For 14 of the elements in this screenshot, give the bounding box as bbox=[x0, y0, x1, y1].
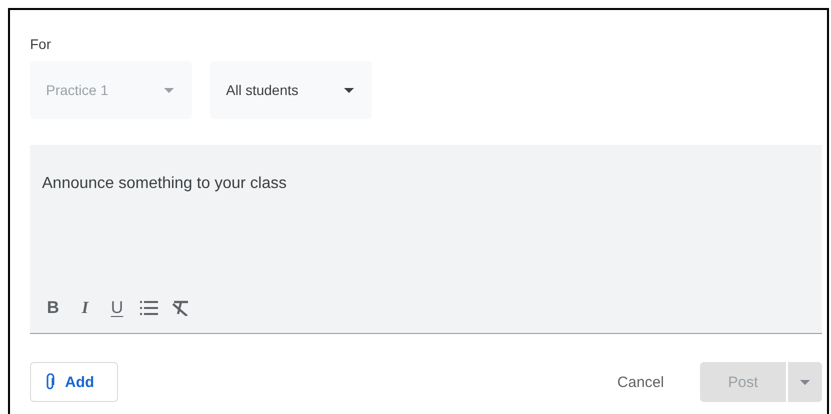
paperclip-icon bbox=[45, 373, 55, 391]
dropdown[interactable]: All students bbox=[210, 61, 372, 119]
dropdown-arrow-icon bbox=[164, 88, 174, 92]
bold-button[interactable]: B bbox=[42, 297, 64, 319]
underline-button[interactable]: U bbox=[106, 297, 128, 319]
add-button[interactable]: Add bbox=[30, 362, 118, 402]
list-icon bbox=[140, 301, 158, 315]
dropdown-arrow-icon bbox=[800, 380, 810, 384]
clear-formatting-icon bbox=[172, 300, 190, 316]
dropdown-arrow-icon bbox=[344, 88, 354, 92]
announcement-field[interactable]: Announce something to your class B I U bbox=[30, 145, 822, 334]
for-label: For bbox=[30, 36, 51, 52]
italic-button[interactable]: I bbox=[74, 297, 96, 319]
cancel-button[interactable]: Cancel bbox=[605, 366, 676, 398]
